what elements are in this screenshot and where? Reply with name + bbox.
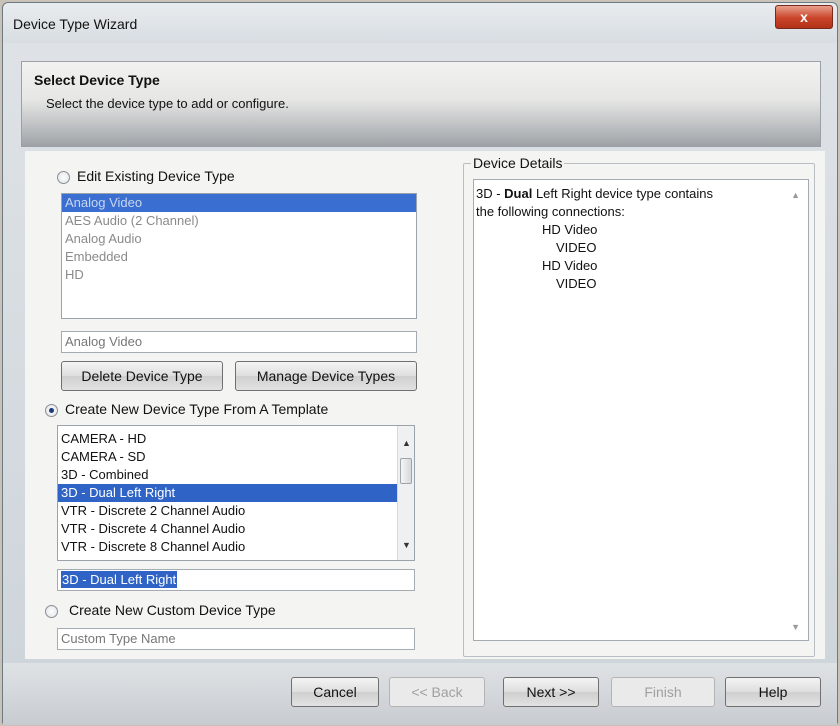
list-item[interactable]: CAMERA - HD xyxy=(58,430,398,448)
list-item[interactable]: Embedded xyxy=(62,248,416,266)
list-item[interactable]: Analog Video xyxy=(62,194,416,212)
template-list-scrollbar[interactable]: ▲ ▼ xyxy=(397,426,414,560)
list-item[interactable]: CAMERA - SD xyxy=(58,448,398,466)
device-details-text: 3D - Dual Left Right device type contain… xyxy=(473,179,809,641)
create-custom-radio[interactable] xyxy=(45,605,58,618)
list-item[interactable]: 3D - Combined xyxy=(58,466,398,484)
wizard-header: Select Device Type Select the device typ… xyxy=(21,61,821,147)
scroll-thumb[interactable] xyxy=(400,458,412,484)
close-icon: x xyxy=(800,9,808,25)
wizard-content: Edit Existing Device Type Analog Video A… xyxy=(25,151,825,659)
list-item[interactable]: VTR - Discrete 8 Channel Audio xyxy=(58,538,398,556)
edit-existing-label[interactable]: Edit Existing Device Type xyxy=(77,168,235,184)
device-type-wizard-window: Device Type Wizard x Select Device Type … xyxy=(2,2,838,725)
existing-selected-field[interactable]: Analog Video xyxy=(61,331,417,353)
connection-item: HD Video xyxy=(542,258,598,273)
manage-device-types-button[interactable]: Manage Device Types xyxy=(235,361,417,391)
details-line-1-suffix: Left Right device type contains xyxy=(532,186,714,201)
details-scroll-up-icon[interactable]: ▲ xyxy=(791,190,800,200)
cancel-button[interactable]: Cancel xyxy=(291,677,379,707)
scroll-down-icon[interactable]: ▼ xyxy=(398,538,414,552)
page-subtitle: Select the device type to add or configu… xyxy=(46,96,289,111)
wizard-footer: Cancel << Back Next >> Finish Help xyxy=(3,663,837,725)
details-line-1: 3D - Dual Left Right device type contain… xyxy=(476,186,713,201)
create-custom-label[interactable]: Create New Custom Device Type xyxy=(69,602,276,618)
connection-item: VIDEO xyxy=(556,240,597,255)
list-item[interactable]: AES Audio (2 Channel) xyxy=(62,212,416,230)
device-details-legend: Device Details xyxy=(471,155,565,171)
template-list[interactable]: CAMERA - HD CAMERA - SD 3D - Combined 3D… xyxy=(57,425,415,561)
list-item[interactable]: HD xyxy=(62,266,416,284)
help-button[interactable]: Help xyxy=(725,677,821,707)
details-line-2: the following connections: xyxy=(476,204,625,219)
details-line-1-prefix: 3D - xyxy=(476,186,505,201)
list-item[interactable]: VTR - Discrete 4 Channel Audio xyxy=(58,520,398,538)
selected-text: 3D - Dual Left Right xyxy=(61,571,178,588)
delete-device-type-button[interactable]: Delete Device Type xyxy=(61,361,223,391)
existing-device-types-list[interactable]: Analog Video AES Audio (2 Channel) Analo… xyxy=(61,193,417,319)
create-from-template-label[interactable]: Create New Device Type From A Template xyxy=(65,401,328,417)
edit-existing-radio[interactable] xyxy=(57,171,70,184)
list-item[interactable]: VTR - Discrete 2 Channel Audio xyxy=(58,502,398,520)
next-button[interactable]: Next >> xyxy=(503,677,599,707)
page-title: Select Device Type xyxy=(34,72,160,88)
custom-type-name-input[interactable]: Custom Type Name xyxy=(57,628,415,650)
template-selected-field[interactable]: 3D - Dual Left Right xyxy=(57,569,415,591)
title-bar[interactable]: Device Type Wizard x xyxy=(3,3,837,43)
connection-item: VIDEO xyxy=(556,276,597,291)
window-title: Device Type Wizard xyxy=(13,16,138,32)
finish-button[interactable]: Finish xyxy=(611,677,715,707)
connection-item: HD Video xyxy=(542,222,598,237)
close-button[interactable]: x xyxy=(775,5,833,29)
back-button[interactable]: << Back xyxy=(389,677,485,707)
scroll-up-icon[interactable]: ▲ xyxy=(398,436,414,450)
create-from-template-radio[interactable] xyxy=(45,404,58,417)
details-scroll-down-icon[interactable]: ▼ xyxy=(791,622,800,632)
list-item[interactable]: Analog Audio xyxy=(62,230,416,248)
details-line-1-bold: Dual xyxy=(504,186,533,201)
list-item-selected[interactable]: 3D - Dual Left Right xyxy=(58,484,398,502)
